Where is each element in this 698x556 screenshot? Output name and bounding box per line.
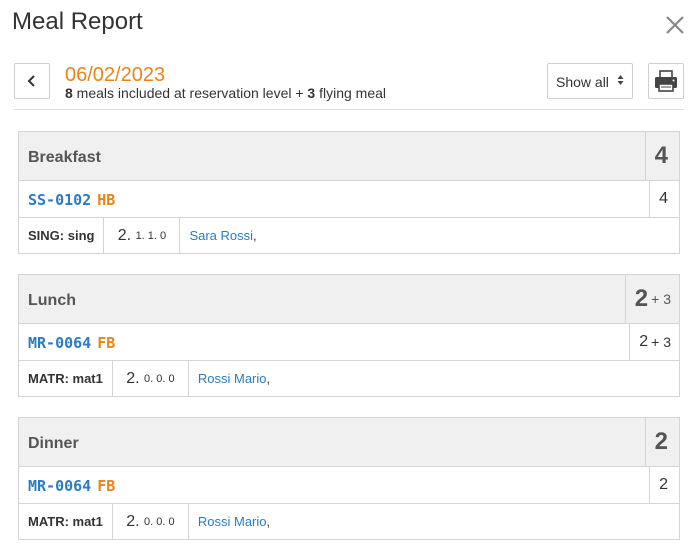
meal-count: 2 xyxy=(654,428,668,455)
reservation-total: 2 xyxy=(649,467,679,503)
pax-breakdown: 2. 0. 0. 0 xyxy=(113,504,189,539)
meal-total: 2 xyxy=(644,418,679,466)
reservation-count: 4 xyxy=(659,190,668,207)
reservation-total: 2 + 3 xyxy=(629,324,679,360)
flying-text: flying meal xyxy=(315,85,387,101)
print-button[interactable] xyxy=(648,63,684,99)
meal-summary: 8 meals included at reservation level + … xyxy=(65,85,386,101)
guest-separator: , xyxy=(266,514,271,529)
reservation-row: MR-0064 FB 2 + 3 xyxy=(19,324,679,361)
reservation-row: MR-0064 FB 2 xyxy=(19,467,679,504)
meal-name: Breakfast xyxy=(28,149,101,166)
meal-header: Lunch 2 + 3 xyxy=(19,275,679,324)
board-plan: HB xyxy=(97,191,116,209)
guest-list: Rossi Mario , xyxy=(189,504,279,539)
board-plan: FB xyxy=(97,334,116,352)
pax-children: 0. 0. 0 xyxy=(143,372,175,385)
report-toolbar: 06/02/2023 8 meals included at reservati… xyxy=(14,62,684,110)
meal-total: 4 xyxy=(644,132,679,180)
pax-breakdown: 2. 1. 1. 0 xyxy=(104,218,181,253)
close-button[interactable] xyxy=(660,10,690,40)
room-detail-row: MATR: mat1 2. 0. 0. 0 Rossi Mario , xyxy=(19,504,679,539)
guest-list: Rossi Mario , xyxy=(189,361,279,396)
reservation-code[interactable]: SS-0102 xyxy=(28,191,91,209)
meal-name: Dinner xyxy=(28,435,79,452)
reservation-code[interactable]: MR-0064 xyxy=(28,334,91,352)
reservation-link[interactable]: SS-0102 HB xyxy=(28,191,115,209)
previous-day-button[interactable] xyxy=(14,63,50,99)
room-label: SING: sing xyxy=(19,218,105,253)
guest-name-link[interactable]: Rossi Mario xyxy=(198,371,267,386)
room-detail-row: SING: sing 2. 1. 1. 0 Sara Rossi , xyxy=(19,218,679,253)
board-plan: FB xyxy=(97,477,116,495)
guest-separator: , xyxy=(253,228,257,243)
meal-section-dinner: Dinner 2 MR-0064 FB 2 MATR: mat1 2. 0. 0.… xyxy=(18,417,680,540)
meal-count: 2 xyxy=(634,285,649,312)
meal-section-breakfast: Breakfast 4 SS-0102 HB 4 SING: sing 2. 1.… xyxy=(18,131,680,254)
filter-select-value: Show all xyxy=(556,74,609,90)
dialog-title: Meal Report xyxy=(12,8,143,35)
reservation-extra: + 3 xyxy=(651,334,671,350)
included-text: meals included at reservation level + xyxy=(72,85,308,101)
pax-adults: 2. xyxy=(126,512,140,530)
room-label: MATR: mat1 xyxy=(19,504,113,539)
pax-adults: 2. xyxy=(126,369,140,387)
pax-adults: 2. xyxy=(117,226,132,244)
reservation-row: SS-0102 HB 4 xyxy=(19,181,679,218)
pax-children: 0. 0. 0 xyxy=(143,515,175,528)
filter-select[interactable]: Show all xyxy=(547,63,633,99)
meal-extra: + 3 xyxy=(651,291,671,307)
reservation-count: 2 xyxy=(659,476,668,493)
up-down-arrows-icon xyxy=(617,75,624,85)
meal-count: 4 xyxy=(654,142,668,169)
reservation-total: 4 xyxy=(649,181,679,217)
meal-section-lunch: Lunch 2 + 3 MR-0064 FB 2 + 3 MATR: mat1 2. … xyxy=(18,274,680,397)
reservation-link[interactable]: MR-0064 FB xyxy=(28,477,115,495)
guest-separator: , xyxy=(266,371,271,386)
room-label: MATR: mat1 xyxy=(19,361,113,396)
printer-icon xyxy=(655,70,677,92)
included-count: 8 xyxy=(65,85,73,101)
meal-header: Dinner 2 xyxy=(19,418,679,467)
close-icon xyxy=(666,16,684,34)
meal-name: Lunch xyxy=(28,292,76,309)
reservation-link[interactable]: MR-0064 FB xyxy=(28,334,115,352)
chevron-left-icon xyxy=(27,75,35,87)
meal-total: 2 + 3 xyxy=(624,275,679,323)
guest-name-link[interactable]: Rossi Mario xyxy=(198,514,267,529)
room-detail-row: MATR: mat1 2. 0. 0. 0 Rossi Mario , xyxy=(19,361,679,396)
report-date: 06/02/2023 xyxy=(65,64,166,86)
pax-children: 1. 1. 0 xyxy=(135,229,167,242)
guest-name-link[interactable]: Sara Rossi xyxy=(189,228,253,243)
pax-breakdown: 2. 0. 0. 0 xyxy=(113,361,189,396)
meal-header: Breakfast 4 xyxy=(19,132,679,181)
reservation-count: 2 xyxy=(639,333,649,350)
guest-list: Sara Rossi , xyxy=(180,218,265,253)
reservation-code[interactable]: MR-0064 xyxy=(28,477,91,495)
